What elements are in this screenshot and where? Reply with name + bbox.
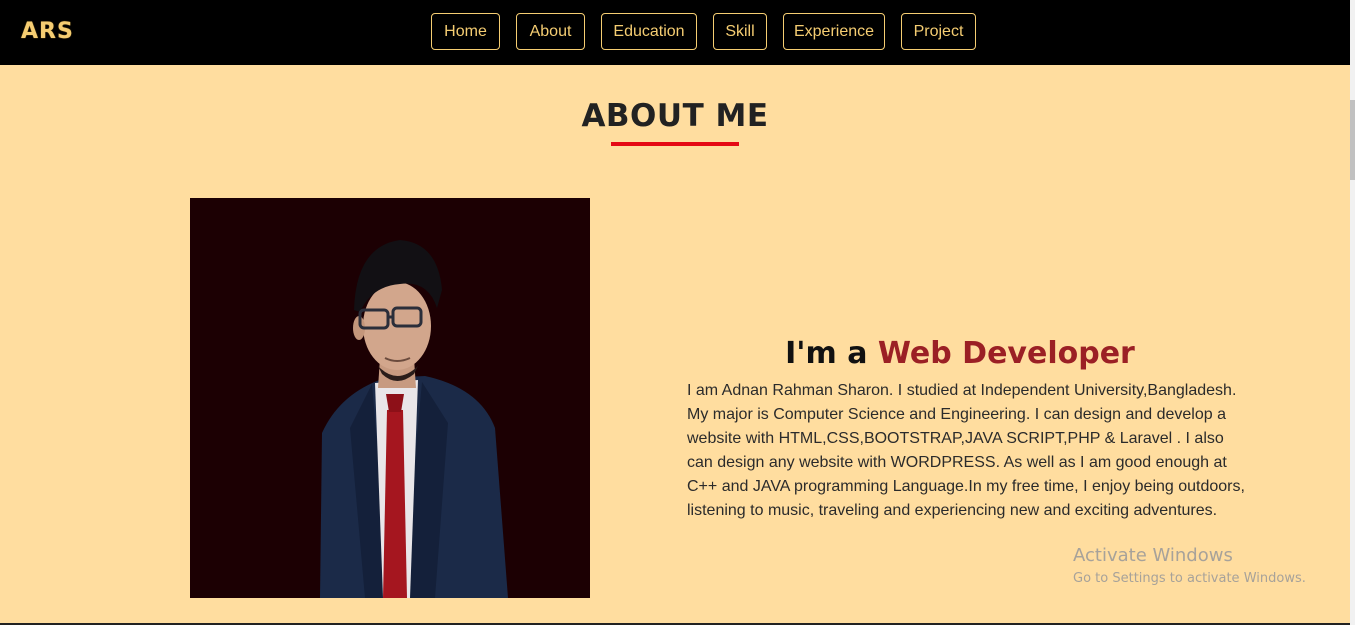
nav-education-button[interactable]: Education [601,13,697,50]
headline-accent: Web Developer [877,336,1135,371]
activation-watermark-subtitle: Go to Settings to activate Windows. [1073,571,1306,586]
navbar: ARS Home About Education Skill Experienc… [0,0,1350,65]
headline-prefix: I'm a [785,336,878,371]
nav-skill-button[interactable]: Skill [713,13,767,50]
scrollbar-thumb[interactable] [1350,100,1355,180]
brand-logo[interactable]: ARS [21,18,74,46]
activation-watermark-title: Activate Windows [1073,545,1233,566]
nav-project-button[interactable]: Project [901,13,976,50]
headline: I'm a Web Developer [687,334,1233,374]
nav-home-button[interactable]: Home [431,13,500,50]
nav-about-button[interactable]: About [516,13,585,50]
page-scrollbar[interactable] [1350,0,1355,625]
nav-experience-button[interactable]: Experience [783,13,885,50]
about-title: ABOUT ME [581,98,769,134]
title-underline [611,142,739,146]
bio-text: I am Adnan Rahman Sharon. I studied at I… [687,382,1245,519]
person-illustration [320,240,508,598]
profile-photo [190,198,590,598]
